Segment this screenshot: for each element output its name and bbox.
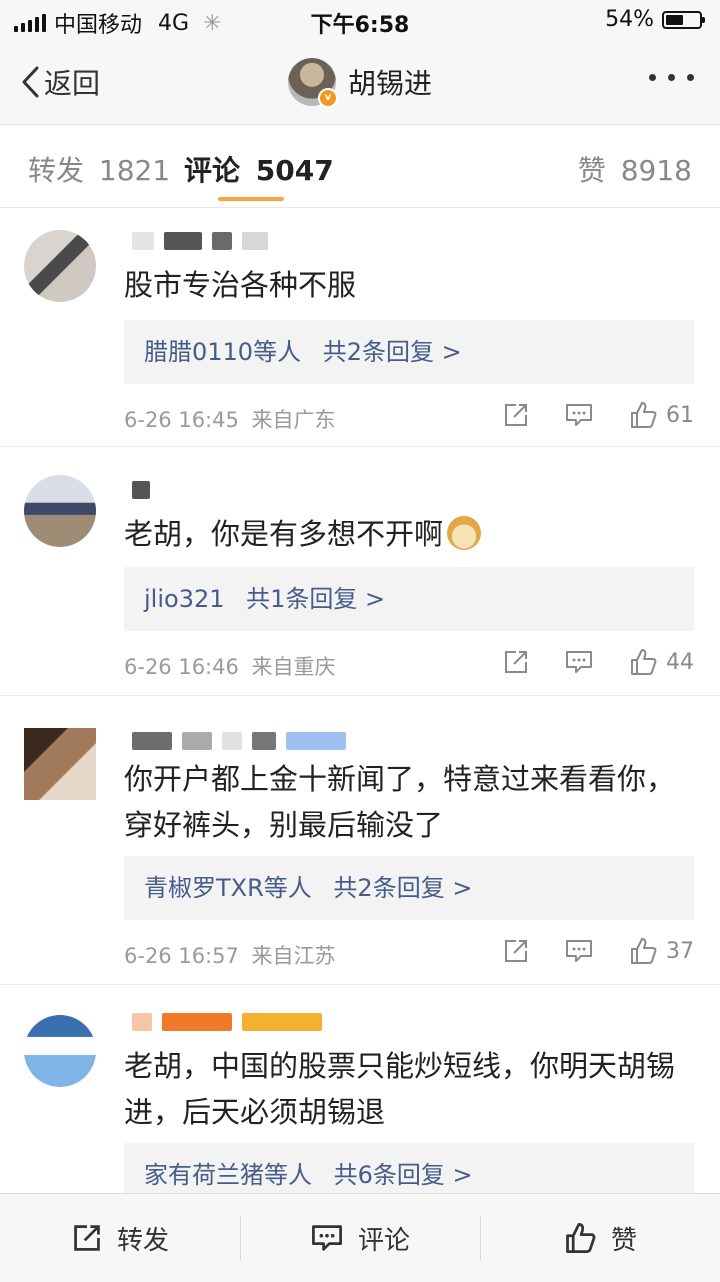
like-count: 37 [666,938,694,964]
comment-icon [566,651,592,673]
tab-like-label: 赞 [577,154,606,187]
active-tab-indicator [218,197,284,201]
reply-summary[interactable]: jlio321 共1条回复 > [124,567,694,631]
thumbs-up-icon [631,938,657,964]
like-count: 61 [666,402,694,428]
comment-text: 股市专治各种不服 [124,268,357,302]
comment-source: 来自广东 [251,408,336,432]
share-icon [505,651,527,673]
tab-repost-count: 1821 [98,154,171,187]
comment-button[interactable]: 评论 [240,1194,480,1282]
commenter-name-blurred[interactable] [132,732,346,750]
comment-meta: 6-26 16:45 来自广东 [124,404,336,434]
share-icon [74,1225,100,1251]
comment-icon [566,940,592,962]
thumbs-up-icon [631,649,657,675]
like-comment-button[interactable]: 61 [628,400,694,430]
like-button[interactable]: 赞 [480,1194,720,1282]
like-label: 赞 [610,1225,637,1256]
commenter-name-blurred[interactable] [132,232,268,250]
repost-comment-button[interactable] [502,937,530,965]
doge-emoji-icon [447,516,482,550]
tab-repost-label: 转发 [28,154,85,187]
repost-button[interactable]: 转发 [0,1194,240,1282]
reply-count-link[interactable]: 共2条回复 > [323,338,462,366]
reply-count-link[interactable]: 共1条回复 > [246,585,385,613]
tab-repost[interactable]: 转发 1821 [28,149,170,189]
comment-text: 你开户都上金十新闻了，特意过来看看你，穿好裤头，别最后输没了 [124,762,676,842]
comment-text: 老胡，你是有多想不开啊 [124,511,690,557]
commenter-avatar[interactable] [24,230,96,302]
tab-comment-count: 5047 [255,154,334,187]
nav-bar: 返回 v 胡锡进 [0,40,720,125]
tab-like-count: 8918 [620,154,692,187]
comment-source: 来自江苏 [251,944,336,968]
comment-time: 6-26 16:46 [124,655,239,679]
like-count: 44 [666,649,694,675]
verified-badge-icon: v [317,88,338,108]
bottom-action-bar: 转发 评论 赞 [0,1193,720,1282]
repost-label: 转发 [116,1225,169,1256]
comment-icon [312,1225,342,1251]
battery-percent: 54% [605,7,654,32]
reply-names: 家有荷兰猪等人 [144,1161,312,1189]
reply-summary[interactable]: 青椒罗TXR等人 共2条回复 > [124,856,694,920]
tab-bar: 转发 1821 评论 5047 赞 8918 [0,125,720,208]
comment-label: 评论 [357,1225,410,1256]
page-title: 胡锡进 [347,67,432,100]
comment-item: 你开户都上金十新闻了，特意过来看看你，穿好裤头，别最后输没了 青椒罗TXR等人 … [0,696,720,985]
status-bar: 中国移动 4G ✳ 下午6:58 54% [0,0,720,40]
comment-time: 6-26 16:57 [124,944,239,968]
commenter-avatar[interactable] [24,475,96,547]
comment-meta: 6-26 16:57 来自江苏 [124,940,336,970]
reply-comment-button[interactable] [564,937,594,965]
tab-like[interactable]: 赞 8918 [578,149,692,189]
thumbs-up-icon [631,402,657,428]
commenter-name-blurred[interactable] [132,481,150,499]
share-icon [505,940,527,962]
commenter-avatar[interactable] [24,728,96,800]
like-comment-button[interactable]: 44 [628,647,694,677]
reply-names: 腊腊0110等人 [144,338,302,366]
comment-icon [566,404,592,426]
reply-comment-button[interactable] [564,648,594,676]
reply-names: 青椒罗TXR等人 [144,874,312,902]
share-icon [505,404,527,426]
like-comment-button[interactable]: 37 [628,936,694,966]
repost-comment-button[interactable] [502,401,530,429]
thumbs-up-icon [566,1223,596,1253]
comment-meta: 6-26 16:46 来自重庆 [124,651,336,681]
reply-count-link[interactable]: 共6条回复 > [334,1161,473,1189]
author-avatar[interactable]: v [287,58,338,108]
comment-item: 股市专治各种不服 腊腊0110等人 共2条回复 > 6-26 16:45 来自广… [0,208,720,447]
repost-comment-button[interactable] [502,648,530,676]
comment-source: 来自重庆 [251,655,336,679]
battery-icon [662,10,705,29]
comment-item: 老胡，你是有多想不开啊 jlio321 共1条回复 > 6-26 16:46 来… [0,447,720,696]
comment-time: 6-26 16:45 [124,408,239,432]
comment-text: 老胡，中国的股票只能炒短线，你明天胡锡进，后天必须胡锡退 [124,1049,676,1129]
reply-summary[interactable]: 腊腊0110等人 共2条回复 > [124,320,694,384]
comment-text-content: 老胡，你是有多想不开啊 [124,517,444,551]
commenter-name-blurred[interactable] [132,1013,322,1031]
reply-names: jlio321 [144,585,225,613]
reply-comment-button[interactable] [564,401,594,429]
tab-comment[interactable]: 评论 5047 [184,149,334,189]
tab-comment-label: 评论 [184,154,241,187]
reply-count-link[interactable]: 共2条回复 > [333,874,472,902]
commenter-avatar[interactable] [24,1015,96,1087]
more-options-button[interactable] [649,74,694,81]
comment-item: 老胡，中国的股票只能炒短线，你明天胡锡进，后天必须胡锡退 家有荷兰猪等人 共6条… [0,985,720,1207]
